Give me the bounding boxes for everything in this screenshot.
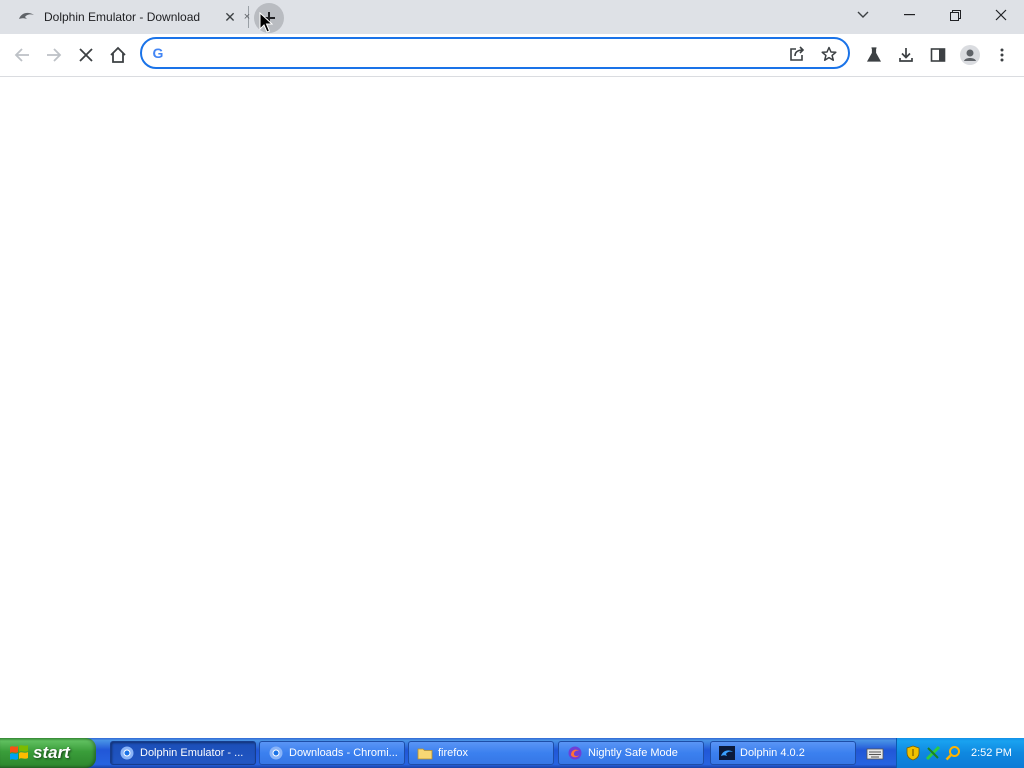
close-icon <box>79 48 93 62</box>
taskbar-button-nightly-safe-mode[interactable]: Nightly Safe Mode <box>558 741 704 765</box>
restore-button[interactable] <box>932 0 978 30</box>
windows-flag-icon <box>10 745 28 760</box>
start-button[interactable]: start <box>0 738 96 768</box>
minimize-button[interactable] <box>886 0 932 30</box>
forward-button[interactable] <box>38 39 70 71</box>
taskbar-button-dolphin-app[interactable]: Dolphin 4.0.2 <box>710 741 856 765</box>
network-icon[interactable] <box>925 745 941 761</box>
clock: 2:52 PM <box>971 747 1012 759</box>
folder-icon <box>417 745 433 761</box>
taskbar-button-label: firefox <box>438 747 468 759</box>
download-icon <box>899 48 913 62</box>
share-button[interactable] <box>786 43 808 65</box>
keyboard-icon[interactable] <box>866 745 884 761</box>
chromium-icon <box>119 745 135 761</box>
arrow-left-icon <box>14 48 29 62</box>
home-icon <box>110 46 126 63</box>
minimize-icon <box>903 14 915 16</box>
address-input[interactable] <box>176 42 776 64</box>
browser-toolbar: G <box>0 34 1024 77</box>
back-button[interactable] <box>6 39 38 71</box>
taskbar-button-label: Downloads - Chromi... <box>289 747 398 759</box>
labs-button[interactable] <box>858 39 890 71</box>
tab-dolphin-emulator[interactable]: Dolphin Emulator - Download ✕ <box>8 0 244 34</box>
flask-icon <box>866 47 882 62</box>
restore-icon <box>949 9 961 21</box>
kebab-menu-icon <box>1000 48 1004 62</box>
side-panel-icon <box>930 48 946 62</box>
bookmark-button[interactable] <box>818 43 840 65</box>
downloads-button[interactable] <box>890 39 922 71</box>
tab2-close-icon[interactable]: × <box>240 10 254 24</box>
share-icon <box>790 46 805 61</box>
taskbar-button-dolphin-emulator[interactable]: Dolphin Emulator - ... <box>110 741 256 765</box>
side-panel-button[interactable] <box>922 39 954 71</box>
close-window-button[interactable] <box>978 0 1024 30</box>
avatar-icon <box>960 45 980 65</box>
tab-strip: Dolphin Emulator - Download ✕ × <box>0 0 1024 34</box>
arrow-right-icon <box>47 48 62 62</box>
system-tray: 2:52 PM <box>896 738 1024 768</box>
firefox-nightly-icon <box>567 745 583 761</box>
search-icon[interactable] <box>945 745 961 761</box>
tab-title: Dolphin Emulator - Download <box>44 10 201 24</box>
address-bar[interactable]: G <box>140 37 850 69</box>
taskbar-button-label: Nightly Safe Mode <box>588 747 678 759</box>
stop-loading-button[interactable] <box>70 39 102 71</box>
chromium-icon <box>268 745 284 761</box>
screen: Dolphin Emulator - Download ✕ × G start … <box>0 0 1024 768</box>
chevron-down-icon <box>857 11 869 18</box>
security-shield-icon[interactable] <box>905 745 921 761</box>
taskbar-button-downloads[interactable]: Downloads - Chromi... <box>259 741 405 765</box>
tab-close-icon[interactable]: ✕ <box>222 9 238 25</box>
dolphin-app-icon <box>719 745 735 761</box>
mouse-cursor-icon <box>259 12 273 33</box>
tab-search-button[interactable] <box>840 0 886 30</box>
taskbar-button-label: Dolphin 4.0.2 <box>740 747 805 759</box>
start-label: start <box>33 743 70 762</box>
profile-button[interactable] <box>954 39 986 71</box>
close-icon <box>995 9 1007 21</box>
page-content <box>0 77 1024 738</box>
home-button[interactable] <box>102 39 134 71</box>
star-icon <box>821 46 837 61</box>
taskbar-button-label: Dolphin Emulator - ... <box>140 747 244 759</box>
google-icon: G <box>152 45 164 61</box>
taskbar-button-firefox-folder[interactable]: firefox <box>408 741 554 765</box>
menu-button[interactable] <box>986 39 1018 71</box>
dolphin-icon <box>18 8 36 26</box>
